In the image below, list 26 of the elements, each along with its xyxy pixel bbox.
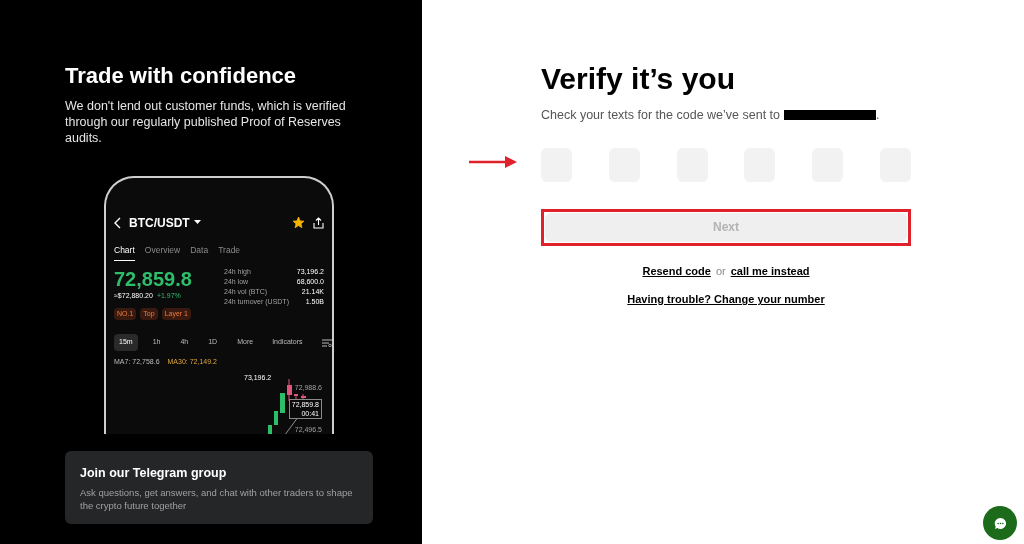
- pair-selector[interactable]: BTC/USDT: [129, 213, 201, 232]
- instruction-text: Check your texts for the code we’ve sent to: [541, 107, 780, 124]
- chart-tab[interactable]: Overview: [144, 243, 181, 262]
- instruction-period: .: [876, 107, 880, 124]
- call-me-link[interactable]: call me instead: [730, 262, 810, 280]
- change-number-link[interactable]: Having trouble? Change your number: [627, 291, 825, 308]
- promo-title: Trade with confidence: [65, 62, 298, 90]
- or-text: or: [715, 263, 726, 279]
- chart-tab[interactable]: Data: [190, 243, 209, 262]
- chart-tab[interactable]: Chart: [114, 243, 135, 262]
- promo-description: We don't lend out customer funds, which is verified through our regularly published Proof of Reserves audits.: [65, 97, 347, 146]
- share-icon[interactable]: [313, 216, 324, 229]
- chat-button[interactable]: [983, 506, 1017, 540]
- telegram-title: Join our Telegram group: [80, 464, 228, 482]
- telegram-card[interactable]: Join our Telegram group Ask questions, get answers, and chat with other traders to shape the crypto future together: [65, 450, 373, 525]
- arrow-icon: [469, 155, 517, 169]
- back-icon[interactable]: [114, 216, 121, 229]
- chart-tab[interactable]: Trade: [218, 243, 241, 262]
- page-title: Verify it’s you: [541, 61, 736, 97]
- star-icon[interactable]: [292, 216, 305, 229]
- last-price: 72,859.8: [114, 267, 192, 292]
- settings-icon[interactable]: [322, 338, 332, 347]
- caret-icon: [193, 220, 201, 225]
- resend-code-link[interactable]: Resend code: [642, 262, 711, 280]
- chat-icon: [993, 516, 1007, 530]
- telegram-description: Ask questions, get answers, and chat with other traders to shape the crypto future together: [80, 486, 354, 513]
